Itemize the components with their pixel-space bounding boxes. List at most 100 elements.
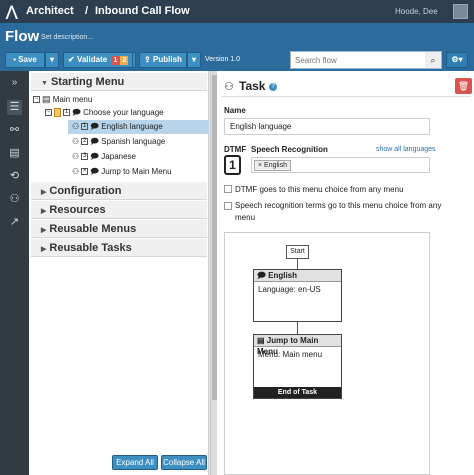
speech-recognition-label: Speech Recognition: [251, 145, 328, 154]
section-label: Reusable Menus: [49, 223, 137, 235]
end-of-task-bar: End of Task: [254, 387, 341, 398]
error-count-badge: 1: [111, 56, 120, 65]
tree-node-spanish[interactable]: ⚇ 2 🗩 Spanish language: [72, 135, 165, 149]
trash-icon: 🗑: [457, 81, 470, 91]
show-all-languages-link[interactable]: show all languages: [376, 146, 436, 153]
section-label: Resources: [49, 204, 106, 216]
flow-diagram: Start 🗩 English Language: en-US ▤ Jump t…: [224, 232, 430, 475]
chevron-right-icon: ▶: [41, 227, 47, 234]
checkmark-icon: ✔: [68, 55, 75, 64]
section-configuration[interactable]: ▶ Configuration: [31, 182, 207, 200]
section-resources[interactable]: ▶ Resources: [31, 201, 207, 219]
save-icon: ▪: [13, 55, 16, 64]
jump-node-body: Menu: Main menu: [258, 350, 323, 359]
speech-any-menu-label: Speech recognition terms go to this menu…: [235, 201, 442, 222]
node-label: Japanese: [101, 152, 136, 161]
chevron-down-icon: ▾: [49, 55, 54, 64]
flow-tree-panel: ▼ Starting Menu − ▤ Main menu −1 🗩 Choose y…: [29, 71, 209, 475]
node-label: Main menu: [52, 95, 93, 104]
app-name[interactable]: Architect: [26, 5, 74, 17]
speech-bubble-icon: 🗩: [90, 167, 100, 176]
english-node-body: Language: en-US: [258, 285, 321, 294]
dtmf-any-menu-checkbox[interactable]: [224, 185, 232, 193]
tree-node-japanese[interactable]: ⚇ 3 🗩 Japanese: [72, 150, 136, 164]
node-label: English language: [101, 122, 163, 131]
speech-bubble-icon: 🗩: [90, 137, 100, 146]
top-bar: ⋀ Architect / Inbound Call Flow Hoode, D…: [0, 0, 474, 23]
speech-bubble-icon: 🗩: [257, 271, 266, 280]
jump-to-main-menu-node[interactable]: ▤ Jump to Main Menu Menu: Main menu End …: [253, 334, 342, 399]
tree-node-english[interactable]: ⚇ 1 🗩 English language: [72, 120, 163, 134]
document-icon: ▤: [257, 336, 265, 345]
name-label: Name: [224, 106, 246, 115]
tree-node-choose-language[interactable]: − 1 🗩 Choose your language: [45, 106, 164, 120]
dtmf-key-input[interactable]: 1: [224, 155, 241, 175]
data-icon[interactable]: ⟲: [7, 169, 22, 184]
search-icon[interactable]: ⌕: [425, 52, 441, 68]
english-task-node[interactable]: 🗩 English Language: en-US: [253, 269, 342, 322]
publish-dropdown-button[interactable]: ▾: [187, 52, 201, 68]
dtmf-any-menu-label: DTMF goes to this menu choice from any m…: [235, 185, 404, 194]
save-button[interactable]: ▪ Save: [5, 52, 45, 68]
help-icon[interactable]: ?: [269, 83, 277, 91]
user-avatar[interactable]: [453, 4, 468, 19]
english-node-title: English: [268, 271, 298, 280]
chevron-right-icon: ▶: [41, 189, 47, 196]
search-input[interactable]: ⌕: [290, 51, 442, 69]
section-starting-menu[interactable]: ▼ Starting Menu: [31, 73, 207, 91]
speech-bubble-icon: 🗩: [90, 152, 100, 161]
publish-label: Publish: [153, 55, 182, 64]
gear-icon: ⚙: [451, 55, 459, 64]
section-reusable-tasks[interactable]: ▶ Reusable Tasks: [31, 239, 207, 257]
speech-terms-input[interactable]: × English: [251, 157, 430, 173]
dtmf-key-icon: 3: [81, 153, 89, 161]
validate-dropdown-button[interactable]: [133, 52, 136, 68]
section-label: Configuration: [49, 185, 122, 197]
save-dropdown-button[interactable]: ▾: [45, 52, 59, 68]
validate-button[interactable]: ✔ Validate 12: [63, 52, 133, 68]
flow-title: Flow: [5, 28, 40, 45]
menu-toolbox-icon[interactable]: ☰: [7, 100, 22, 115]
expand-all-button[interactable]: Expand All: [112, 455, 158, 470]
connector-line: [297, 322, 298, 334]
speech-bubble-icon: 🗩: [72, 108, 81, 117]
delete-button[interactable]: 🗑: [455, 78, 472, 94]
menu-icon: ▤: [42, 94, 51, 104]
save-label: Save: [18, 55, 37, 64]
section-label: Starting Menu: [50, 76, 125, 88]
speech-tag: × English: [254, 160, 292, 171]
panel-splitter[interactable]: [210, 71, 217, 475]
jump-node-header: ▤ Jump to Main Menu: [254, 335, 341, 356]
speech-bubble-icon: 🗩: [90, 122, 100, 131]
chevron-down-icon: ▾: [458, 55, 463, 64]
tree-node-jump-main[interactable]: ⚇ × 🗩 Jump to Main Menu: [72, 165, 172, 179]
section-reusable-menus[interactable]: ▶ Reusable Menus: [31, 220, 207, 238]
collapse-all-button[interactable]: Collapse All: [161, 455, 207, 470]
collapse-panel-icon[interactable]: »: [7, 75, 22, 90]
remove-tag-icon[interactable]: ×: [258, 162, 262, 169]
document-icon[interactable]: ▤: [7, 146, 22, 161]
speech-any-menu-checkbox[interactable]: [224, 202, 232, 210]
start-node[interactable]: Start: [286, 245, 309, 259]
chevron-down-icon: ▼: [41, 80, 48, 87]
chevron-right-icon: ▶: [41, 208, 47, 215]
hierarchy-icon[interactable]: ⚇: [7, 192, 22, 207]
task-icon: ⚇: [72, 152, 80, 161]
breadcrumb-separator: /: [85, 5, 89, 17]
user-name[interactable]: Hoode, Dee: [395, 7, 438, 16]
flow-path-icon[interactable]: ⚯: [7, 123, 22, 138]
name-input[interactable]: English language: [224, 118, 430, 135]
dtmf-key-icon: ×: [81, 168, 89, 176]
left-icon-nav: » ☰ ⚯ ▤ ⟲ ⚇ ↗: [0, 71, 29, 475]
settings-dropdown-button[interactable]: ⚙▾: [446, 52, 468, 68]
collapse-toggle-icon[interactable]: −: [33, 96, 40, 104]
search-field[interactable]: [291, 52, 409, 68]
collapse-toggle-icon[interactable]: −: [45, 109, 52, 117]
node-label: Jump to Main Menu: [101, 167, 172, 176]
flow-toolbar: Flow Set description... ▪ Save ▾ ✔ Valid…: [0, 23, 474, 71]
tree-node-main-menu[interactable]: − ▤ Main menu: [33, 92, 92, 106]
publish-button[interactable]: ⇪ Publish: [139, 52, 187, 68]
set-description-link[interactable]: Set description...: [41, 34, 93, 41]
menu-icon: [54, 108, 61, 118]
share-icon[interactable]: ↗: [7, 215, 22, 230]
